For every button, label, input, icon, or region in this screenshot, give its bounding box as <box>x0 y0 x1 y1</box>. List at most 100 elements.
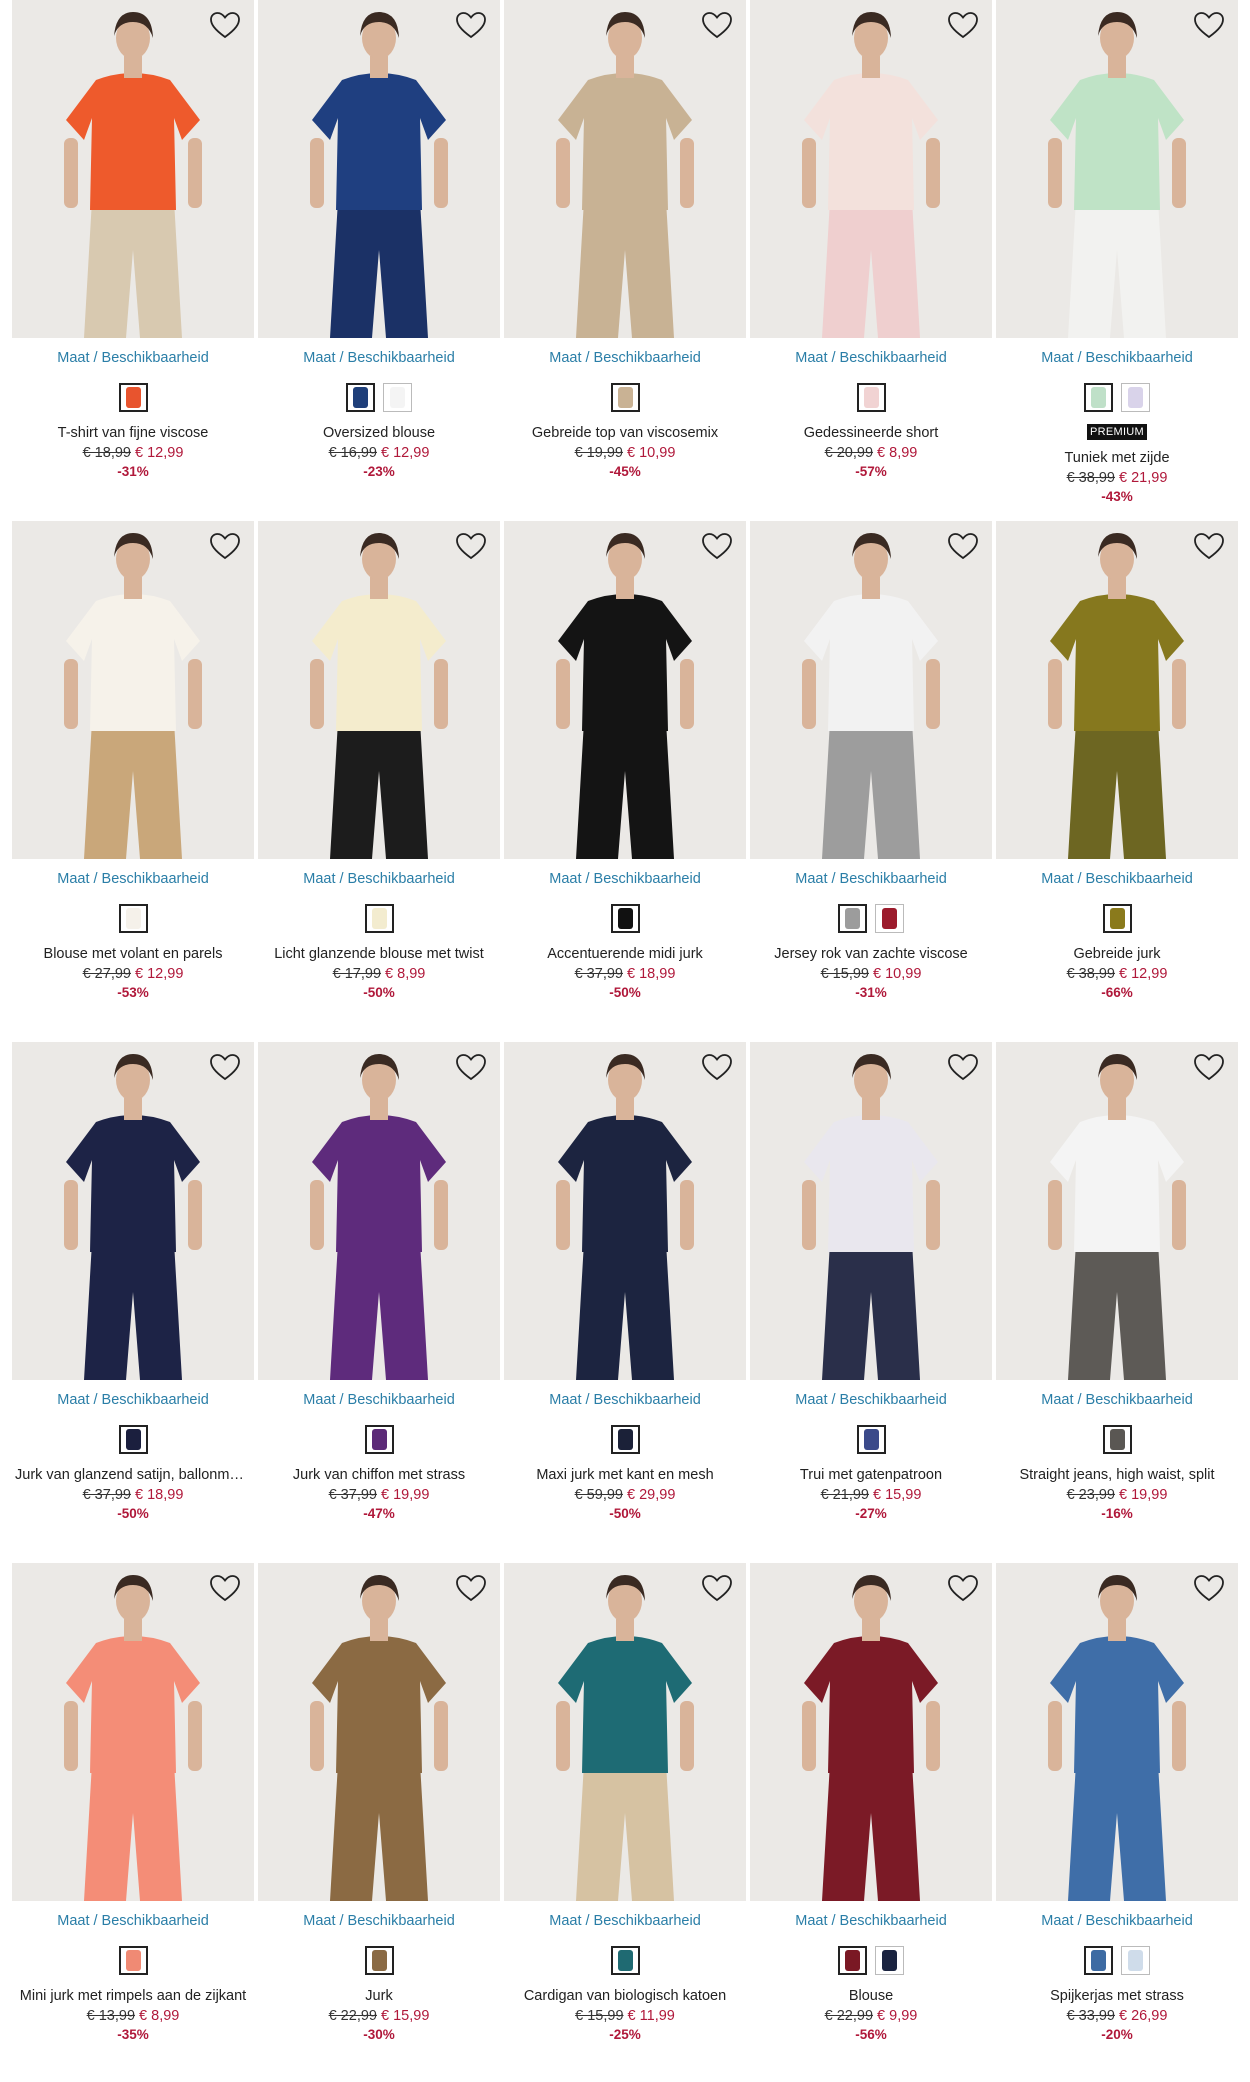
color-swatch[interactable] <box>346 383 375 412</box>
color-swatch[interactable] <box>1102 1425 1132 1454</box>
size-availability-link[interactable]: Maat / Beschikbaarheid <box>258 350 500 366</box>
size-availability-link[interactable]: Maat / Beschikbaarheid <box>996 1392 1238 1408</box>
color-swatch[interactable] <box>856 383 886 412</box>
product-image[interactable] <box>504 0 746 338</box>
product-card[interactable]: Maat / Beschikbaarheid Gedessineerde shor… <box>750 0 992 505</box>
product-name[interactable]: Jurk van glanzend satijn, ballonmodel <box>12 1466 254 1485</box>
wishlist-heart-icon[interactable] <box>946 531 980 561</box>
size-availability-link[interactable]: Maat / Beschikbaarheid <box>996 871 1238 887</box>
product-name[interactable]: Blouse met volant en parels <box>12 945 254 964</box>
product-card[interactable]: Maat / Beschikbaarheid Spijkerjas met str… <box>996 1563 1238 2068</box>
product-image[interactable] <box>258 0 500 338</box>
product-image[interactable] <box>996 1563 1238 1901</box>
product-image[interactable] <box>750 1042 992 1380</box>
product-card[interactable]: Maat / Beschikbaarheid Gebreide jurk € 38,… <box>996 521 1238 1026</box>
product-name[interactable]: Trui met gatenpatroon <box>750 1466 992 1485</box>
size-availability-link[interactable]: Maat / Beschikbaarheid <box>12 1913 254 1929</box>
color-swatch[interactable] <box>875 1946 904 1975</box>
wishlist-heart-icon[interactable] <box>208 1052 242 1082</box>
product-card[interactable]: Maat / Beschikbaarheid Trui met gatenpatr… <box>750 1042 992 1547</box>
product-card[interactable]: Maat / Beschikbaarheid Oversized blouse € … <box>258 0 500 505</box>
color-swatch[interactable] <box>1121 383 1150 412</box>
product-card[interactable]: Maat / Beschikbaarheid Licht glanzende bl… <box>258 521 500 1026</box>
color-swatch[interactable] <box>383 383 412 412</box>
size-availability-link[interactable]: Maat / Beschikbaarheid <box>258 1392 500 1408</box>
size-availability-link[interactable]: Maat / Beschikbaarheid <box>750 871 992 887</box>
wishlist-heart-icon[interactable] <box>208 10 242 40</box>
product-name[interactable]: Jurk <box>258 1987 500 2006</box>
size-availability-link[interactable]: Maat / Beschikbaarheid <box>504 871 746 887</box>
product-image[interactable] <box>12 521 254 859</box>
color-swatch[interactable] <box>364 904 394 933</box>
product-image[interactable] <box>12 1042 254 1380</box>
product-card[interactable]: Maat / Beschikbaarheid Blouse € 22,99 € 9,… <box>750 1563 992 2068</box>
wishlist-heart-icon[interactable] <box>1192 1052 1226 1082</box>
product-image[interactable] <box>504 521 746 859</box>
product-name[interactable]: Maxi jurk met kant en mesh <box>504 1466 746 1485</box>
color-swatch[interactable] <box>610 383 640 412</box>
color-swatch[interactable] <box>364 1946 394 1975</box>
wishlist-heart-icon[interactable] <box>700 531 734 561</box>
product-image[interactable] <box>504 1563 746 1901</box>
wishlist-heart-icon[interactable] <box>946 1573 980 1603</box>
product-name[interactable]: T-shirt van fijne viscose <box>12 424 254 443</box>
product-card[interactable]: Maat / Beschikbaarheid PREMIUM Tuniek met … <box>996 0 1238 505</box>
product-card[interactable]: Maat / Beschikbaarheid Accentuerende midi… <box>504 521 746 1026</box>
product-card[interactable]: Maat / Beschikbaarheid Jurk van chiffon m… <box>258 1042 500 1547</box>
size-availability-link[interactable]: Maat / Beschikbaarheid <box>996 1913 1238 1929</box>
product-name[interactable]: Cardigan van biologisch katoen <box>504 1987 746 2006</box>
wishlist-heart-icon[interactable] <box>208 1573 242 1603</box>
product-card[interactable]: Maat / Beschikbaarheid Gebreide top van v… <box>504 0 746 505</box>
product-name[interactable]: Gebreide top van viscosemix <box>504 424 746 443</box>
wishlist-heart-icon[interactable] <box>1192 531 1226 561</box>
product-image[interactable] <box>750 521 992 859</box>
size-availability-link[interactable]: Maat / Beschikbaarheid <box>258 871 500 887</box>
size-availability-link[interactable]: Maat / Beschikbaarheid <box>504 1913 746 1929</box>
color-swatch[interactable] <box>1084 383 1113 412</box>
wishlist-heart-icon[interactable] <box>1192 10 1226 40</box>
size-availability-link[interactable]: Maat / Beschikbaarheid <box>996 350 1238 366</box>
product-image[interactable] <box>504 1042 746 1380</box>
wishlist-heart-icon[interactable] <box>700 1052 734 1082</box>
product-name[interactable]: Gedessineerde short <box>750 424 992 443</box>
color-swatch[interactable] <box>118 1425 148 1454</box>
size-availability-link[interactable]: Maat / Beschikbaarheid <box>750 1392 992 1408</box>
product-card[interactable]: Maat / Beschikbaarheid T-shirt van fijne … <box>12 0 254 505</box>
product-name[interactable]: Oversized blouse <box>258 424 500 443</box>
wishlist-heart-icon[interactable] <box>454 531 488 561</box>
wishlist-heart-icon[interactable] <box>946 1052 980 1082</box>
color-swatch[interactable] <box>610 1946 640 1975</box>
size-availability-link[interactable]: Maat / Beschikbaarheid <box>504 350 746 366</box>
wishlist-heart-icon[interactable] <box>454 1052 488 1082</box>
product-image[interactable] <box>996 521 1238 859</box>
product-image[interactable] <box>996 0 1238 338</box>
product-card[interactable]: Maat / Beschikbaarheid Maxi jurk met kant… <box>504 1042 746 1547</box>
color-swatch[interactable] <box>1084 1946 1113 1975</box>
color-swatch[interactable] <box>118 904 148 933</box>
product-name[interactable]: Mini jurk met rimpels aan de zijkant <box>12 1987 254 2006</box>
product-name[interactable]: Licht glanzende blouse met twist <box>258 945 500 964</box>
product-name[interactable]: Blouse <box>750 1987 992 2006</box>
product-card[interactable]: Maat / Beschikbaarheid Blouse met volant … <box>12 521 254 1026</box>
product-image[interactable] <box>750 1563 992 1901</box>
product-card[interactable]: Maat / Beschikbaarheid Jurk € 22,99 € 15,9… <box>258 1563 500 2068</box>
product-image[interactable] <box>996 1042 1238 1380</box>
product-card[interactable]: Maat / Beschikbaarheid Straight jeans, hi… <box>996 1042 1238 1547</box>
color-swatch[interactable] <box>610 904 640 933</box>
color-swatch[interactable] <box>1121 1946 1150 1975</box>
wishlist-heart-icon[interactable] <box>454 1573 488 1603</box>
product-name[interactable]: Jersey rok van zachte viscose <box>750 945 992 964</box>
color-swatch[interactable] <box>118 383 148 412</box>
color-swatch[interactable] <box>838 904 867 933</box>
color-swatch[interactable] <box>856 1425 886 1454</box>
wishlist-heart-icon[interactable] <box>454 10 488 40</box>
product-name[interactable]: Tuniek met zijde <box>996 449 1238 468</box>
product-card[interactable]: Maat / Beschikbaarheid Mini jurk met rimp… <box>12 1563 254 2068</box>
color-swatch[interactable] <box>364 1425 394 1454</box>
product-name[interactable]: Spijkerjas met strass <box>996 1987 1238 2006</box>
size-availability-link[interactable]: Maat / Beschikbaarheid <box>258 1913 500 1929</box>
product-name[interactable]: Straight jeans, high waist, split <box>996 1466 1238 1485</box>
size-availability-link[interactable]: Maat / Beschikbaarheid <box>750 1913 992 1929</box>
product-card[interactable]: Maat / Beschikbaarheid Jurk van glanzend … <box>12 1042 254 1547</box>
size-availability-link[interactable]: Maat / Beschikbaarheid <box>12 871 254 887</box>
